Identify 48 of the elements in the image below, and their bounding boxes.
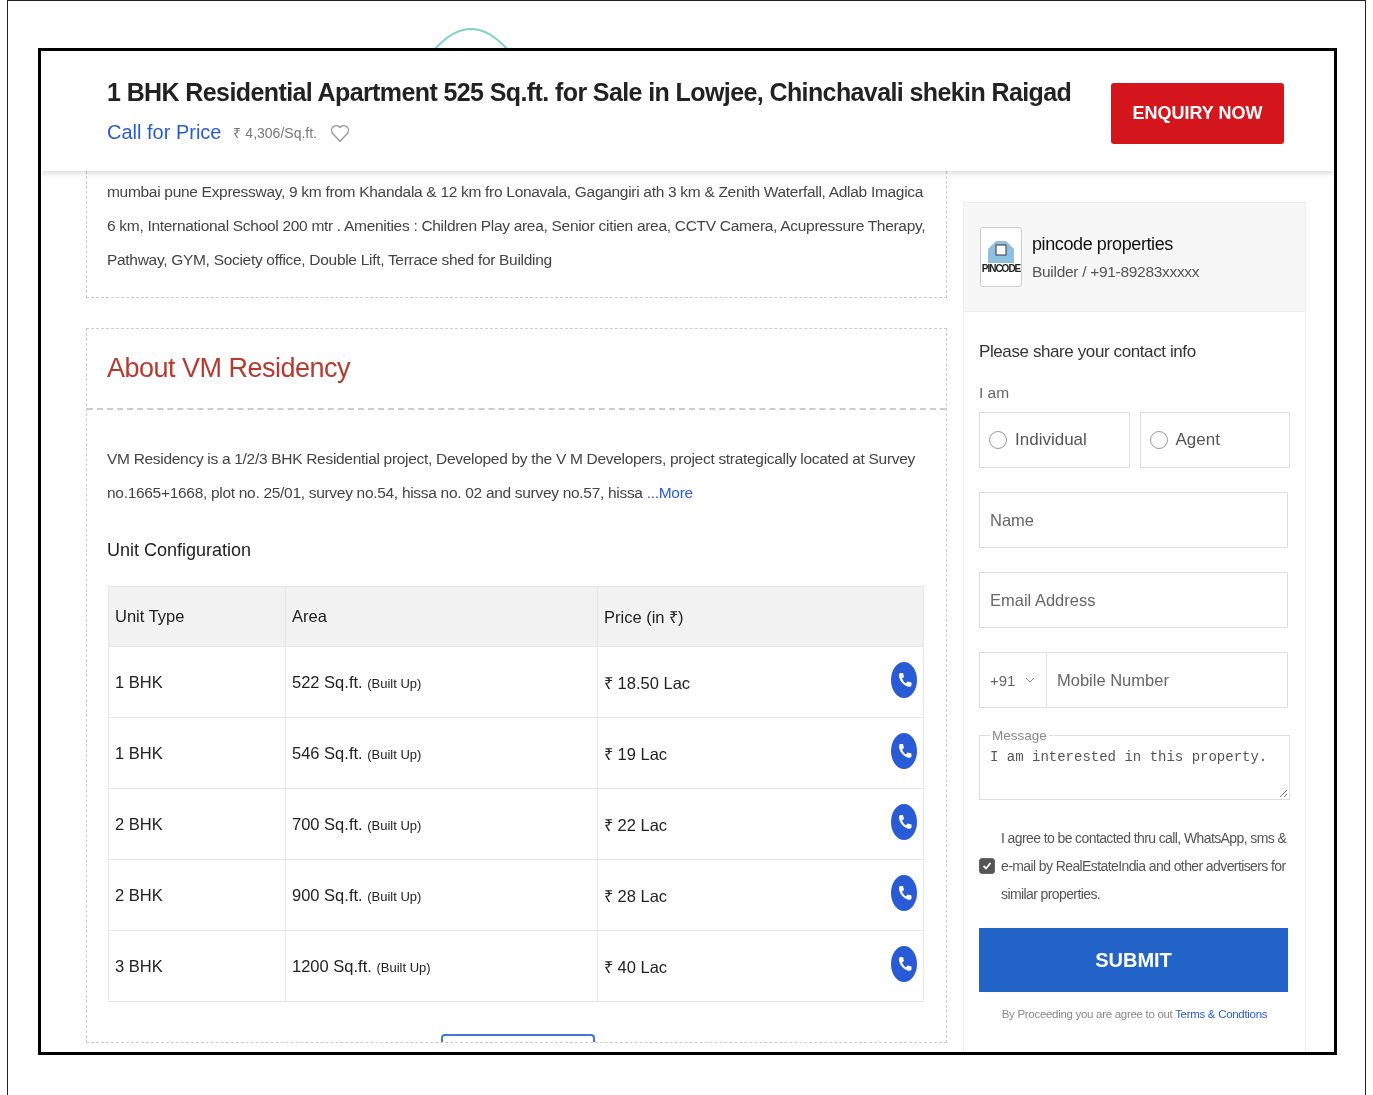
unit-type-cell: 2 BHK bbox=[108, 788, 286, 860]
seller-name: pincode properties bbox=[1032, 233, 1174, 255]
description-text: mumbai pune Expressway, 9 km from Khandala & 12 km fro Lonavala, Gagangiri ath 3 km & Zenith Waterfall, Adlab Imagica 6 km, International School 200 mtr . Amenities : Children Play area, Senior citien area, CCTV Camera, Acupressure Therapy, Pathway, GYM, Society office, Double Lift, Terrace shed for Building bbox=[107, 182, 926, 270]
phone-icon[interactable] bbox=[891, 875, 917, 911]
seller-logo: PINCODE bbox=[980, 227, 1022, 287]
chevron-down-icon bbox=[1025, 677, 1036, 683]
unit-type-cell: 1 BHK bbox=[108, 646, 286, 718]
column-header: Price (in ₹) bbox=[597, 586, 924, 647]
listing-title: 1 BHK Residential Apartment 525 Sq.ft. for Sale in Lowjee, Chinchavali shekin Raigad bbox=[107, 78, 1072, 107]
checkmark-icon bbox=[982, 861, 992, 871]
about-heading: About VM Residency bbox=[106, 352, 352, 385]
area-cell: 1200 Sq.ft. (Built Up) bbox=[285, 930, 598, 1002]
unit-type-cell: 1 BHK bbox=[108, 717, 286, 789]
consent-text: I agree to be contacted thru call, WhatsApp, sms & e-mail by RealEstateIndia and other advertisers for similar properties. bbox=[1001, 829, 1288, 904]
unit-type-cell: 3 BHK bbox=[108, 930, 286, 1002]
price-label: Call for Price bbox=[107, 121, 222, 144]
resize-grip-icon[interactable] bbox=[1279, 789, 1287, 797]
terms-link[interactable]: Terms & Condtions bbox=[1175, 1008, 1268, 1020]
unit-type-cell: 2 BHK bbox=[108, 859, 286, 931]
area-cell: 700 Sq.ft. (Built Up) bbox=[285, 788, 598, 860]
consent-checkbox[interactable] bbox=[979, 858, 995, 874]
role-option[interactable]: Agent bbox=[1139, 412, 1290, 468]
button-outline[interactable] bbox=[441, 1034, 595, 1042]
mobile-field[interactable]: Mobile Number bbox=[1047, 652, 1288, 708]
seller-subtitle: Builder / +91-89283xxxxx bbox=[1032, 262, 1200, 281]
message-field[interactable]: Message I am interested in this property. bbox=[979, 728, 1290, 800]
price-per-sqft: ₹ 4,306/Sq.ft. bbox=[233, 124, 317, 142]
email-field[interactable]: Email Address bbox=[979, 572, 1288, 628]
phone-icon[interactable] bbox=[891, 733, 917, 769]
phone-icon[interactable] bbox=[891, 946, 917, 982]
submit-button[interactable]: SUBMIT bbox=[979, 928, 1288, 992]
area-cell: 522 Sq.ft. (Built Up) bbox=[285, 646, 598, 718]
phone-icon[interactable] bbox=[891, 662, 917, 698]
form-title: Please share your contact info bbox=[979, 342, 1197, 362]
more-link[interactable]: ...More bbox=[646, 484, 693, 501]
role-label: I am bbox=[979, 384, 1011, 402]
about-text: VM Residency is a 1/2/3 BHK Residential project, Developed by the V M Developers, project strategically located at Survey no.1665+1668, plot no. 25/01, survey no.54, hissa no. 02 and survey no.57, hissa ...More bbox=[107, 449, 916, 503]
area-cell: 900 Sq.ft. (Built Up) bbox=[285, 859, 598, 931]
phone-icon[interactable] bbox=[891, 804, 917, 840]
column-header: Area bbox=[285, 586, 598, 647]
terms-text: By Proceeding you are agree to out Terms & Condtions bbox=[1000, 1008, 1269, 1020]
column-header: Unit Type bbox=[108, 586, 286, 647]
country-code-select[interactable]: +91 bbox=[979, 652, 1047, 708]
name-field[interactable]: Name bbox=[979, 492, 1288, 548]
area-cell: 546 Sq.ft. (Built Up) bbox=[285, 717, 598, 789]
role-option[interactable]: Individual bbox=[979, 412, 1130, 468]
enquiry-button[interactable]: ENQUIRY NOW bbox=[1111, 82, 1284, 144]
unit-configuration-title: Unit Configuration bbox=[107, 540, 253, 561]
